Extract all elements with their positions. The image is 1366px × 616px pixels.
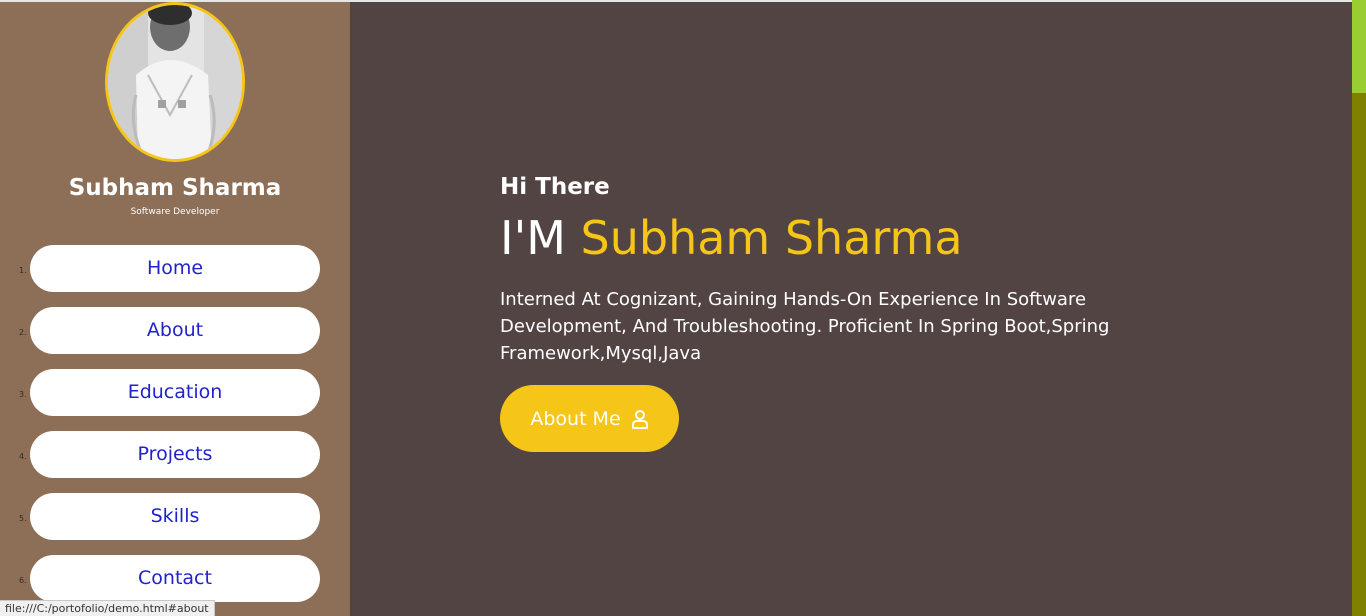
nav-link-home[interactable]: Home bbox=[30, 245, 320, 292]
nav-number: 3. bbox=[19, 390, 27, 399]
nav-link-projects[interactable]: Projects bbox=[30, 431, 320, 478]
headline-name: Subham Sharma bbox=[580, 211, 963, 265]
nav-link-contact[interactable]: Contact bbox=[30, 555, 320, 602]
about-me-label: About Me bbox=[530, 407, 621, 430]
nav-number: 1. bbox=[19, 266, 27, 275]
profile-name: Subham Sharma bbox=[68, 175, 282, 201]
nav-number: 5. bbox=[19, 514, 27, 523]
nav-number: 4. bbox=[19, 452, 27, 461]
profile-role: Software Developer bbox=[130, 207, 220, 217]
page: Subham Sharma Software Developer 1. Home… bbox=[0, 0, 1366, 616]
nav-number: 2. bbox=[19, 328, 27, 337]
browser-status-bar: file:///C:/portofolio/demo.html#about bbox=[0, 600, 215, 616]
hero-greeting: Hi There bbox=[500, 174, 610, 200]
nav-link-skills[interactable]: Skills bbox=[30, 493, 320, 540]
avatar bbox=[105, 2, 245, 162]
hero-section: Hi There I'M Subham Sharma Interned At C… bbox=[500, 172, 1200, 452]
scrollbar-thumb[interactable] bbox=[1352, 0, 1366, 93]
nav-link-about[interactable]: About bbox=[30, 307, 320, 354]
hero-headline: I'M Subham Sharma bbox=[500, 210, 1200, 266]
nav-link-education[interactable]: Education bbox=[30, 369, 320, 416]
profile-photo bbox=[108, 5, 242, 159]
user-icon bbox=[631, 409, 648, 429]
nav-number: 6. bbox=[19, 576, 27, 585]
headline-prefix: I'M bbox=[500, 211, 581, 265]
sidebar: Subham Sharma Software Developer 1. Home… bbox=[0, 2, 350, 616]
vertical-scrollbar[interactable] bbox=[1352, 0, 1366, 616]
about-me-button[interactable]: About Me bbox=[500, 385, 679, 452]
hero-bio: Interned At Cognizant, Gaining Hands-On … bbox=[500, 289, 1110, 364]
